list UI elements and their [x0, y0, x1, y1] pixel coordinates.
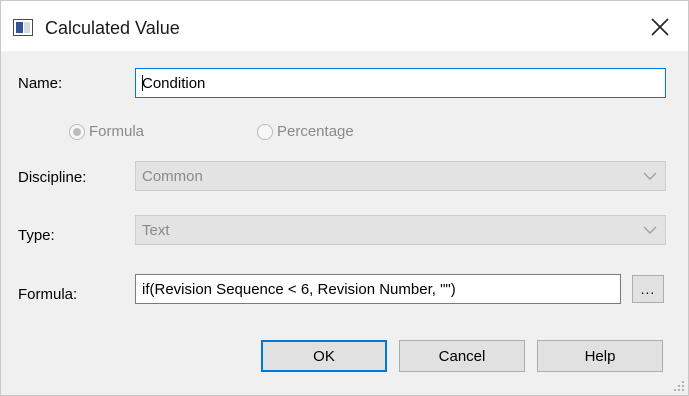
chevron-down-icon — [643, 172, 657, 180]
cancel-button[interactable]: Cancel — [399, 340, 525, 372]
name-label: Name: — [18, 75, 63, 92]
name-input[interactable]: Condition — [135, 68, 666, 98]
discipline-label: Discipline: — [18, 169, 87, 186]
window-title: Calculated Value — [45, 18, 180, 38]
formula-label: Formula: — [18, 286, 78, 303]
formula-browse-button[interactable]: ... — [632, 275, 664, 303]
discipline-select[interactable]: Common — [135, 161, 666, 191]
resize-grip-icon[interactable] — [673, 380, 685, 392]
calculated-value-dialog: Calculated Value Name: Condition Formula… — [0, 0, 689, 396]
formula-radio-label: Formula — [89, 123, 145, 140]
percentage-radio[interactable]: Percentage — [257, 123, 354, 140]
close-icon — [651, 18, 669, 36]
ok-button[interactable]: OK — [261, 340, 387, 372]
radio-unchecked-icon — [257, 123, 273, 140]
help-button[interactable]: Help — [537, 340, 663, 372]
formula-radio[interactable]: Formula — [69, 123, 144, 140]
discipline-select-value: Common — [142, 167, 203, 185]
formula-input[interactable]: if(Revision Sequence < 6, Revision Numbe… — [135, 274, 621, 304]
text-caret — [142, 75, 143, 91]
chevron-down-icon — [643, 226, 657, 234]
radio-checked-icon — [69, 123, 85, 140]
name-input-value: Condition — [142, 74, 206, 92]
formula-input-value: if(Revision Sequence < 6, Revision Numbe… — [142, 280, 456, 298]
type-label: Type: — [18, 227, 55, 244]
type-select[interactable]: Text — [135, 215, 666, 245]
type-select-value: Text — [142, 221, 170, 239]
close-button[interactable] — [642, 11, 678, 43]
percentage-radio-label: Percentage — [277, 123, 354, 140]
title-bar[interactable]: Calculated Value — [1, 1, 688, 51]
app-window-icon — [13, 19, 33, 36]
